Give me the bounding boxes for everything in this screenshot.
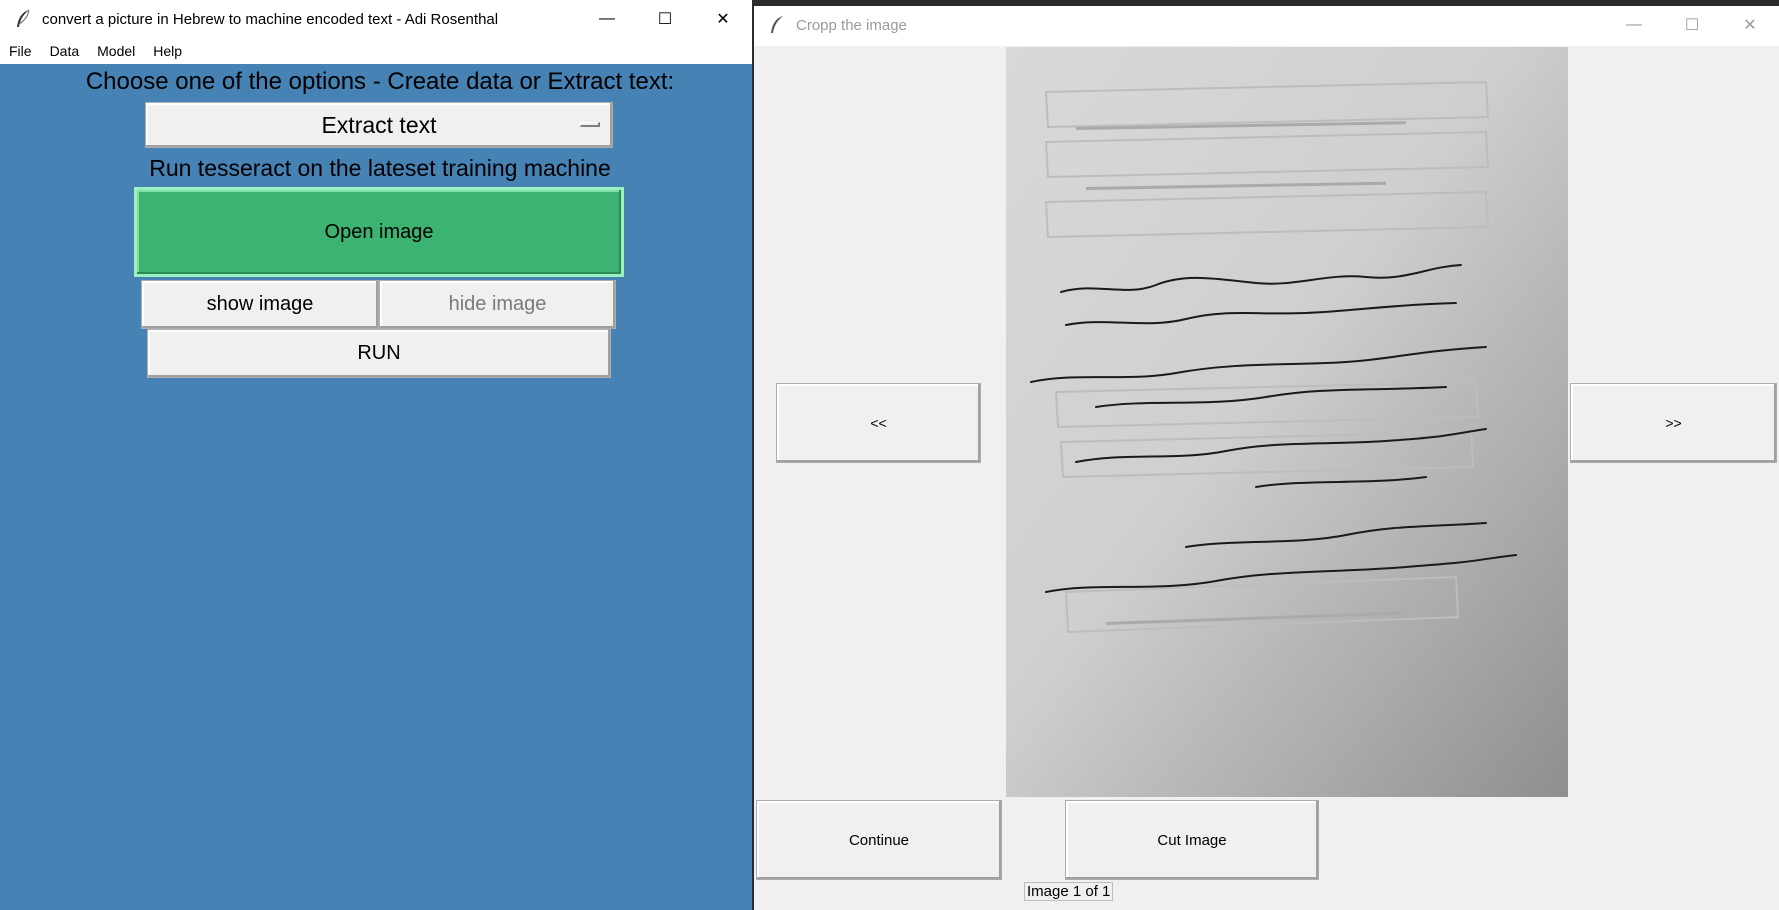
maximize-button[interactable]: ☐ [636, 0, 694, 38]
hide-image-button[interactable]: hide image [379, 280, 616, 329]
next-image-button[interactable]: >> [1570, 383, 1777, 463]
main-panel: Choose one of the options - Create data … [0, 64, 752, 910]
main-window-title: convert a picture in Hebrew to machine e… [42, 10, 499, 28]
option-menu[interactable]: Extract text [145, 102, 613, 148]
open-image-button[interactable]: Open image [134, 187, 624, 277]
description-label: Run tesseract on the lateset training ma… [149, 155, 611, 181]
image-counter-label: Image 1 of 1 [1024, 882, 1114, 901]
run-button[interactable]: RUN [147, 329, 611, 378]
main-window: convert a picture in Hebrew to machine e… [0, 0, 752, 910]
menubar: File Data Model Help [0, 38, 752, 64]
crop-titlebar[interactable]: Cropp the image — ☐ ✕ [754, 6, 1779, 44]
menu-model[interactable]: Model [88, 43, 144, 59]
cut-image-button[interactable]: Cut Image [1065, 800, 1319, 880]
option-menu-value: Extract text [321, 111, 437, 138]
previous-image-button[interactable]: << [776, 383, 981, 463]
close-button[interactable]: ✕ [1721, 6, 1779, 44]
minimize-button[interactable]: — [1605, 6, 1663, 44]
crop-window-title: Cropp the image [796, 16, 907, 34]
continue-button[interactable]: Continue [756, 800, 1002, 880]
options-heading: Choose one of the options - Create data … [85, 68, 675, 95]
menu-file[interactable]: File [0, 43, 41, 59]
show-image-button[interactable]: show image [141, 280, 379, 329]
main-titlebar[interactable]: convert a picture in Hebrew to machine e… [0, 0, 752, 38]
option-menu-indicator-icon [580, 122, 600, 127]
menu-data[interactable]: Data [41, 43, 89, 59]
feather-icon [17, 9, 30, 27]
maximize-button[interactable]: ☐ [1663, 6, 1721, 44]
minimize-button[interactable]: — [578, 0, 636, 38]
feather-icon [771, 16, 783, 33]
document-image[interactable] [1006, 47, 1568, 797]
menu-help[interactable]: Help [144, 43, 191, 59]
crop-window: Cropp the image — ☐ ✕ << >> Continue Cut… [754, 6, 1779, 910]
crop-panel: << >> Continue Cut Image Image 1 of 1 [754, 46, 1779, 910]
close-button[interactable]: ✕ [694, 0, 752, 38]
